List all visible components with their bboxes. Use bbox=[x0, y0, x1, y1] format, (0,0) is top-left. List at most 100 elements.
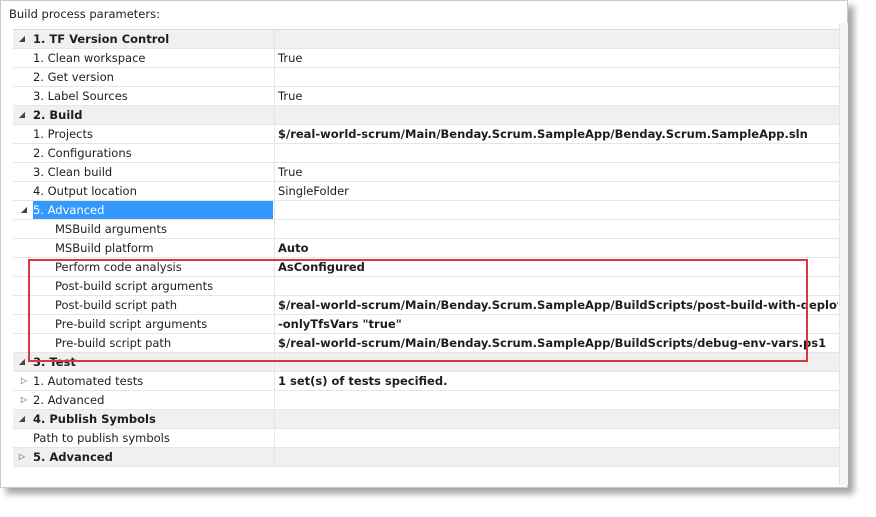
property-value[interactable] bbox=[274, 410, 838, 428]
property-value[interactable] bbox=[274, 353, 838, 371]
property-name: 2. Build bbox=[33, 108, 83, 122]
property-value[interactable] bbox=[274, 144, 838, 162]
property-value[interactable]: $/real-world-scrum/Main/Benday.Scrum.Sam… bbox=[274, 334, 838, 352]
expand-triangle-icon[interactable]: ▷ bbox=[16, 451, 28, 463]
property-value[interactable] bbox=[274, 30, 838, 48]
property-row[interactable]: Post-build script path $/real-world-scrum… bbox=[13, 296, 839, 315]
property-value[interactable]: AsConfigured bbox=[274, 258, 838, 276]
property-name: 3. Clean build bbox=[33, 165, 113, 179]
row-gutter bbox=[13, 258, 31, 276]
property-row[interactable]: 3. Clean build True bbox=[13, 163, 839, 182]
property-name: Path to publish symbols bbox=[33, 431, 170, 445]
property-name: MSBuild platform bbox=[55, 241, 154, 255]
property-row[interactable]: MSBuild arguments bbox=[13, 220, 839, 239]
row-gutter: ▷ bbox=[15, 391, 33, 409]
row-gutter bbox=[13, 182, 31, 200]
property-value[interactable] bbox=[274, 201, 838, 219]
row-gutter: ◢ bbox=[13, 353, 31, 371]
property-row[interactable]: Perform code analysis AsConfigured bbox=[13, 258, 839, 277]
property-grid: ◢ 1. TF Version Control 1. Clean workspace… bbox=[13, 29, 839, 467]
row-gutter bbox=[13, 334, 31, 352]
property-row[interactable]: 2. Get version bbox=[13, 68, 839, 87]
property-value[interactable]: True bbox=[274, 163, 838, 181]
row-gutter: ◢ bbox=[13, 410, 31, 428]
property-name: 1. Automated tests bbox=[33, 374, 144, 388]
property-name: 3. Label Sources bbox=[33, 89, 128, 103]
property-value[interactable]: True bbox=[274, 49, 838, 67]
category-row[interactable]: ▷ 5. Advanced bbox=[13, 448, 839, 467]
row-gutter bbox=[13, 296, 31, 314]
row-gutter: ◢ bbox=[13, 30, 31, 48]
property-row[interactable]: 1. Clean workspace True bbox=[13, 49, 839, 68]
property-name: Post-build script arguments bbox=[55, 279, 214, 293]
row-gutter: ◢ bbox=[15, 201, 33, 219]
scrollbar[interactable] bbox=[839, 23, 848, 485]
property-row[interactable]: MSBuild platform Auto bbox=[13, 239, 839, 258]
property-name: 2. Get version bbox=[33, 70, 114, 84]
property-name: 4. Output location bbox=[33, 184, 137, 198]
property-name: 5. Advanced bbox=[33, 450, 113, 464]
row-gutter bbox=[13, 163, 31, 181]
property-row[interactable]: Pre-build script arguments -onlyTfsVars "… bbox=[13, 315, 839, 334]
property-value[interactable]: Auto bbox=[274, 239, 838, 257]
expand-triangle-icon[interactable]: ▷ bbox=[18, 394, 30, 406]
build-process-parameters-panel: Build process parameters: ◢ 1. TF Version… bbox=[0, 0, 848, 488]
row-gutter bbox=[13, 49, 31, 67]
collapse-triangle-icon[interactable]: ◢ bbox=[16, 33, 28, 45]
panel-title: Build process parameters: bbox=[9, 7, 160, 21]
property-name: Pre-build script path bbox=[55, 336, 172, 350]
row-gutter bbox=[13, 68, 31, 86]
row-gutter: ◢ bbox=[13, 106, 31, 124]
collapse-triangle-icon[interactable]: ◢ bbox=[16, 413, 28, 425]
property-row[interactable]: Post-build script arguments bbox=[13, 277, 839, 296]
row-gutter: ▷ bbox=[13, 448, 31, 466]
row-gutter bbox=[13, 220, 31, 238]
property-row[interactable]: 4. Output location SingleFolder bbox=[13, 182, 839, 201]
row-gutter bbox=[13, 125, 31, 143]
category-row[interactable]: ◢ 2. Build bbox=[13, 106, 839, 125]
category-row[interactable]: ◢ 4. Publish Symbols bbox=[13, 410, 839, 429]
collapse-triangle-icon[interactable]: ◢ bbox=[16, 109, 28, 121]
property-value[interactable]: $/real-world-scrum/Main/Benday.Scrum.Sam… bbox=[274, 125, 838, 143]
property-row[interactable]: ◢ 5. Advanced bbox=[13, 201, 839, 220]
collapse-triangle-icon[interactable]: ◢ bbox=[18, 204, 30, 216]
category-row[interactable]: ◢ 1. TF Version Control bbox=[13, 30, 839, 49]
property-value[interactable]: $/real-world-scrum/Main/Benday.Scrum.Sam… bbox=[274, 296, 838, 314]
property-value[interactable]: True bbox=[274, 87, 838, 105]
property-value[interactable] bbox=[274, 68, 838, 86]
property-name: 4. Publish Symbols bbox=[33, 412, 156, 426]
property-value[interactable] bbox=[274, 106, 838, 124]
property-name: 2. Advanced bbox=[33, 393, 105, 407]
property-row[interactable]: Path to publish symbols bbox=[13, 429, 839, 448]
property-row[interactable]: 1. Projects $/real-world-scrum/Main/Benda… bbox=[13, 125, 839, 144]
property-name: 1. Projects bbox=[33, 127, 93, 141]
property-row[interactable]: Pre-build script path $/real-world-scrum/… bbox=[13, 334, 839, 353]
property-value[interactable] bbox=[274, 220, 838, 238]
row-gutter: ▷ bbox=[15, 372, 33, 390]
property-value[interactable]: SingleFolder bbox=[274, 182, 838, 200]
property-row[interactable]: 2. Configurations bbox=[13, 144, 839, 163]
row-gutter bbox=[13, 87, 31, 105]
row-gutter bbox=[13, 429, 31, 447]
property-value[interactable] bbox=[274, 429, 838, 447]
property-row[interactable]: ▷ 2. Advanced bbox=[13, 391, 839, 410]
property-value[interactable] bbox=[274, 277, 838, 295]
property-name: MSBuild arguments bbox=[55, 222, 167, 236]
property-row[interactable]: ▷ 1. Automated tests 1 set(s) of tests spe… bbox=[13, 372, 839, 391]
row-gutter bbox=[13, 277, 31, 295]
expand-triangle-icon[interactable]: ▷ bbox=[18, 375, 30, 387]
property-row[interactable]: 3. Label Sources True bbox=[13, 87, 839, 106]
property-value[interactable] bbox=[274, 448, 838, 466]
property-name: 5. Advanced bbox=[33, 201, 273, 219]
property-name: Perform code analysis bbox=[55, 260, 182, 274]
category-row[interactable]: ◢ 3. Test bbox=[13, 353, 839, 372]
property-name: Post-build script path bbox=[55, 298, 177, 312]
property-value[interactable] bbox=[274, 391, 838, 409]
property-name: Pre-build script arguments bbox=[55, 317, 208, 331]
property-value[interactable]: 1 set(s) of tests specified. bbox=[274, 372, 838, 390]
property-name: 1. Clean workspace bbox=[33, 51, 146, 65]
collapse-triangle-icon[interactable]: ◢ bbox=[16, 356, 28, 368]
property-value[interactable]: -onlyTfsVars "true" bbox=[274, 315, 838, 333]
row-gutter bbox=[13, 315, 31, 333]
property-name: 1. TF Version Control bbox=[33, 32, 170, 46]
